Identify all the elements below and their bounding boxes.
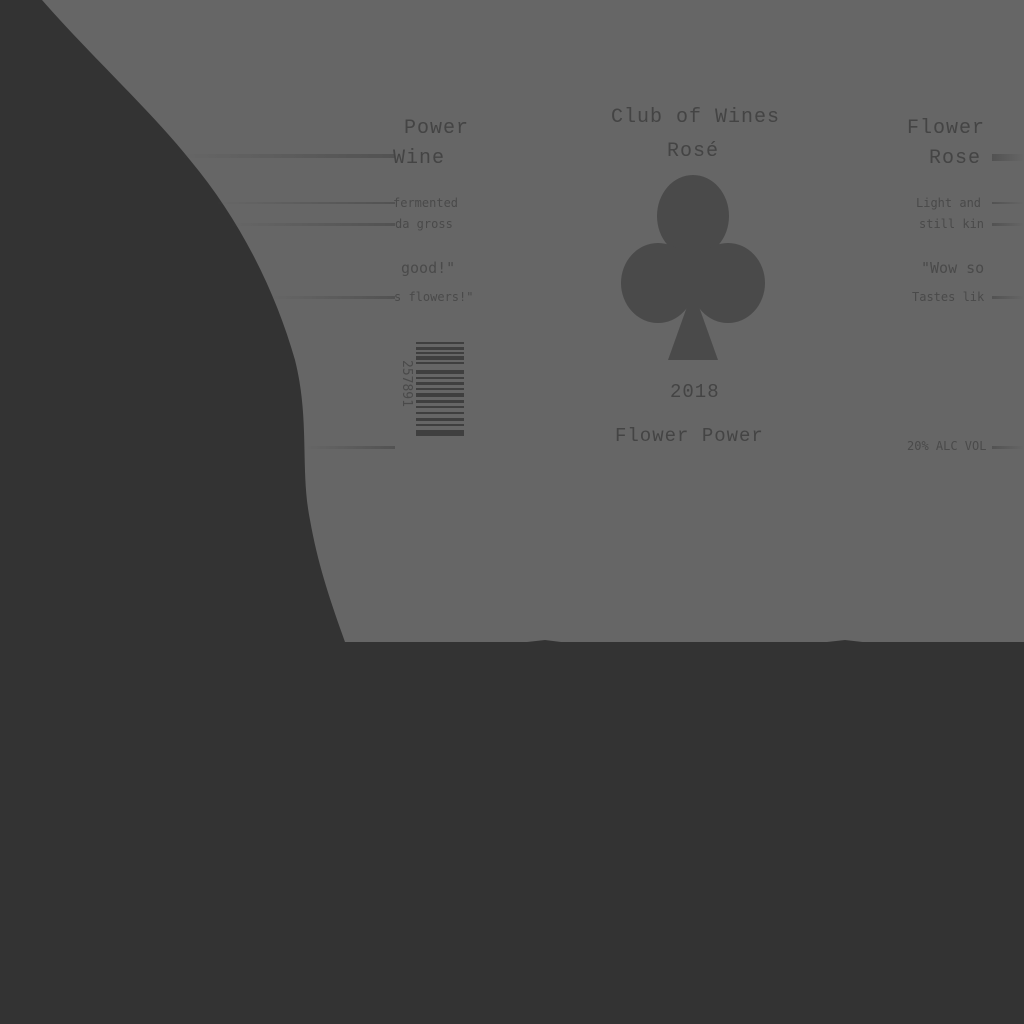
label-edge-streak: [992, 446, 1024, 449]
left-title-line2: Wine: [393, 147, 446, 170]
vintage-year: 2018: [670, 381, 720, 403]
right-description-line2: still kin: [919, 217, 985, 231]
label-edge-streak: [305, 446, 395, 449]
right-description-line1: Light and: [916, 196, 982, 210]
left-quote-line1: good!": [401, 259, 456, 277]
label-edge-streak: [180, 154, 395, 158]
label-edge-streak: [230, 223, 395, 226]
left-description-line1: fermented: [393, 196, 459, 210]
right-quote-line2: Tastes lik: [912, 290, 985, 304]
label-edge-streak: [992, 202, 1024, 204]
brand-name: Club of Wines: [611, 106, 781, 129]
left-quote-line2: s flowers!": [394, 290, 474, 304]
right-quote-line1: "Wow so: [921, 259, 985, 277]
label-edge-streak: [992, 296, 1024, 299]
lower-shadow: [0, 642, 1024, 1024]
right-title-line2: Rose: [929, 147, 982, 170]
label-edge-streak: [215, 202, 395, 204]
barcode-icon: [416, 342, 464, 438]
right-title-line1: Flower: [907, 117, 986, 140]
label-edge-streak: [270, 296, 395, 299]
scene: Club of Wines Rosé 2018 Flower Power Pow…: [0, 0, 1024, 1024]
bottle-label-backdrop: [0, 0, 1024, 1024]
alcohol-volume: 20% ALC VOL: [907, 439, 987, 453]
left-title-line1: Power: [404, 117, 470, 140]
barcode-number: 257891: [399, 360, 414, 407]
left-description-line2: da gross: [395, 217, 453, 231]
wine-style: Rosé: [667, 140, 720, 163]
label-edge-streak: [992, 223, 1024, 226]
wine-name: Flower Power: [615, 425, 764, 447]
label-edge-streak: [992, 154, 1024, 161]
